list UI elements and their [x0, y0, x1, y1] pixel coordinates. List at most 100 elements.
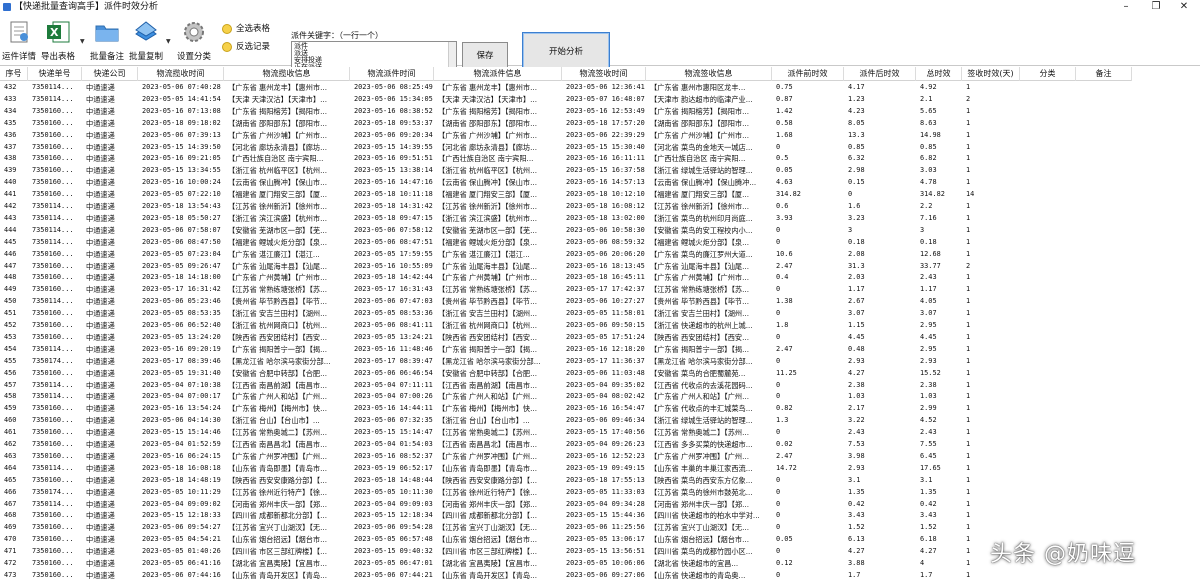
- table-row[interactable]: 466 7350174... 中通速递 2023-05-05 10:11:29 【江苏省…: [0, 487, 1132, 499]
- table-row[interactable]: 458 7350114... 中通速递 2023-05-04 07:00:17 【广东省…: [0, 391, 1132, 403]
- table-row[interactable]: 444 7350114... 中通速递 2023-05-06 07:58:07 【安徽省…: [0, 225, 1132, 237]
- column-header[interactable]: 快递公司: [82, 67, 138, 81]
- table-row[interactable]: 453 7350160... 中通速递 2023-05-05 13:24:20 【陕西省…: [0, 332, 1132, 344]
- table-cell: 1.3: [776, 416, 789, 425]
- table-row[interactable]: 465 7350160... 中通速递 2023-05-18 14:48:19 【陕西省…: [0, 475, 1132, 487]
- table-cell: [1076, 189, 1132, 201]
- batch-copy-button[interactable]: 批量复制: [127, 16, 165, 62]
- column-header[interactable]: 序号: [0, 67, 28, 81]
- table-row[interactable]: 442 7350114... 中通速递 2023-05-18 13:54:43 【江苏省…: [0, 201, 1132, 213]
- table-row[interactable]: 473 7350160... 中通速递 2023-05-06 07:44:16 【山东省…: [0, 570, 1132, 582]
- table-cell: 7350114...: [32, 94, 74, 103]
- table-row[interactable]: 462 7350160... 中通速递 2023-05-04 01:52:59 【江西省…: [0, 439, 1132, 451]
- set-category-button[interactable]: 设置分类: [174, 16, 214, 62]
- table-cell: [1020, 106, 1076, 118]
- table-cell: 1: [966, 118, 971, 127]
- table-row[interactable]: 441 7350160... 中通速递 2023-05-05 07:22:10 【福建省…: [0, 189, 1132, 201]
- table-row[interactable]: 455 7350174... 中通速递 2023-05-17 08:39:46 【黑龙江…: [0, 356, 1132, 368]
- export-dropdown-arrow[interactable]: ▼: [80, 38, 85, 45]
- table-row[interactable]: 432 7350114... 中通速递 2023-05-06 07:40:28 【广东省…: [0, 82, 1132, 94]
- table-row[interactable]: 439 7350160... 中通速递 2023-05-15 13:34:55 【浙江省…: [0, 165, 1132, 177]
- column-header[interactable]: 物流签收时间: [562, 67, 646, 81]
- batch-remark-button[interactable]: 批量备注: [88, 16, 126, 62]
- minimize-button[interactable]: –: [1112, 0, 1140, 14]
- column-header[interactable]: 物流派件时间: [350, 67, 434, 81]
- table-row[interactable]: 464 7350114... 中通速递 2023-05-18 16:08:18 【山东省…: [0, 463, 1132, 475]
- export-table-button[interactable]: X 导出表格: [38, 16, 78, 62]
- table-row[interactable]: 447 7350160... 中通速递 2023-05-05 09:26:47 【广东省…: [0, 261, 1132, 273]
- table-row[interactable]: 471 7350160... 中通速递 2023-05-05 01:40:26 【四川省…: [0, 546, 1132, 558]
- table-row[interactable]: 457 7350114... 中通速递 2023-05-04 07:10:38 【江西省…: [0, 380, 1132, 392]
- table-cell: 3: [920, 225, 925, 234]
- column-header[interactable]: 签收时效(天): [962, 67, 1020, 81]
- table-cell: 468: [4, 511, 17, 520]
- table-row[interactable]: 438 7350160... 中通速递 2023-05-16 09:21:05 【广西壮…: [0, 153, 1132, 165]
- table-row[interactable]: 451 7350160... 中通速递 2023-05-05 08:53:35 【浙江省…: [0, 308, 1132, 320]
- table-row[interactable]: 470 7350160... 中通速递 2023-05-05 04:54:21 【山东省…: [0, 534, 1132, 546]
- column-header[interactable]: 备注: [1076, 67, 1132, 81]
- table-cell: 3.43: [920, 511, 937, 520]
- keyword-scrollbar[interactable]: [448, 42, 456, 70]
- table-cell: 7350160...: [32, 451, 74, 460]
- table-row[interactable]: 433 7350114... 中通速递 2023-05-05 14:41:54 【天津 …: [0, 94, 1132, 106]
- table-cell: [1076, 487, 1132, 499]
- table-row[interactable]: 440 7350160... 中通速递 2023-05-16 10:00:24 【云南省…: [0, 177, 1132, 189]
- table-cell: 中通速递: [86, 106, 115, 116]
- table-row[interactable]: 468 7350160... 中通速递 2023-05-15 12:18:33 【四川省…: [0, 510, 1132, 522]
- table-row[interactable]: 435 7350160... 中通速递 2023-05-18 09:18:02 【湖南省…: [0, 118, 1132, 130]
- invert-select-button[interactable]: 反选记录: [222, 41, 270, 54]
- table-cell: 2023-05-06 20:06:20: [566, 249, 645, 258]
- table-cell: 1: [966, 368, 971, 377]
- table-row[interactable]: 446 7350160... 中通速递 2023-05-05 07:23:04 【广东省…: [0, 249, 1132, 261]
- table-cell: 2023-05-18 10:11:18: [354, 190, 433, 199]
- table-cell: 2023-05-15 16:37:58: [566, 166, 645, 175]
- table-cell: 0.85: [848, 142, 865, 151]
- table-row[interactable]: 460 7350160... 中通速递 2023-05-06 04:14:30 【浙江省…: [0, 415, 1132, 427]
- table-row[interactable]: 461 7350160... 中通速递 2023-05-15 15:14:46 【江苏省…: [0, 427, 1132, 439]
- table-row[interactable]: 463 7350160... 中通速递 2023-05-16 06:24:15 【广东省…: [0, 451, 1132, 463]
- table-row[interactable]: 472 7350160... 中通速递 2023-05-05 06:41:16 【湖北省…: [0, 558, 1132, 570]
- table-cell: 中通速递: [86, 463, 115, 473]
- table-row[interactable]: 469 7350160... 中通速递 2023-05-06 09:54:27 【江苏省…: [0, 522, 1132, 534]
- table-cell: [1076, 106, 1132, 118]
- table-row[interactable]: 456 7350160... 中通速递 2023-05-05 19:31:40 【安徽省…: [0, 368, 1132, 380]
- table-cell: 1: [966, 273, 971, 282]
- table-row[interactable]: 449 7350160... 中通速递 2023-05-17 16:31:42 【江苏省…: [0, 284, 1132, 296]
- table-cell: 457: [4, 380, 17, 389]
- table-row[interactable]: 437 7350160... 中通速递 2023-05-15 14:39:50 【河北省…: [0, 142, 1132, 154]
- column-header[interactable]: 派件后时效: [844, 67, 916, 81]
- table-row[interactable]: 459 7350160... 中通速递 2023-05-16 13:54:24 【广东省…: [0, 403, 1132, 415]
- table-cell: 2023-05-18 09:53:37: [354, 118, 433, 127]
- close-button[interactable]: ✕: [1170, 0, 1198, 14]
- column-header[interactable]: 快递单号: [28, 67, 82, 81]
- table-cell: 【浙江省 绿城生活驿站的智理...: [650, 166, 753, 176]
- table-cell: 2023-05-06 09:50:15: [566, 321, 645, 329]
- column-header[interactable]: 物流揽收时间: [138, 67, 224, 81]
- table-row[interactable]: 450 7350114... 中通速递 2023-05-06 05:23:46 【贵州省…: [0, 296, 1132, 308]
- column-header[interactable]: 物流签收信息: [646, 67, 772, 81]
- column-header[interactable]: 总时效: [916, 67, 962, 81]
- table-cell: 0.85: [920, 142, 937, 151]
- table-row[interactable]: 452 7350160... 中通速递 2023-05-06 06:52:40 【浙江省…: [0, 320, 1132, 332]
- table-cell: 2023-05-06 10:58:30: [566, 225, 645, 234]
- start-analysis-button[interactable]: 开始分析: [522, 32, 610, 72]
- table-row[interactable]: 454 7350114... 中通速递 2023-05-16 09:20:19 【广东省…: [0, 344, 1132, 356]
- save-button[interactable]: 保存: [462, 42, 508, 70]
- table-row[interactable]: 467 7350114... 中通速递 2023-05-04 09:09:02 【河南省…: [0, 499, 1132, 511]
- express-detail-button[interactable]: 运件详情: [2, 16, 36, 62]
- select-all-button[interactable]: 全选表格: [222, 23, 270, 36]
- column-header[interactable]: 派件前时效: [772, 67, 844, 81]
- table-row[interactable]: 443 7350114... 中通速递 2023-05-18 05:50:27 【浙江省…: [0, 213, 1132, 225]
- copy-dropdown-arrow[interactable]: ▼: [166, 38, 171, 45]
- maximize-button[interactable]: ❐: [1142, 0, 1170, 14]
- table-cell: 【广东省 汕尾海丰县】【汕尾...: [650, 261, 749, 271]
- column-header[interactable]: 物流派件信息: [434, 67, 562, 81]
- table-cell: 2023-05-18 09:18:02: [142, 118, 221, 127]
- table-row[interactable]: 445 7350114... 中通速递 2023-05-06 08:47:50 【福建省…: [0, 237, 1132, 249]
- table-row[interactable]: 436 7350160... 中通速递 2023-05-06 07:39:13 【广东省…: [0, 130, 1132, 142]
- window-title: 【快递批量查询高手】派件时效分析: [14, 2, 159, 12]
- table-row[interactable]: 434 7350160... 中通速递 2023-05-16 07:13:08 【广东省…: [0, 106, 1132, 118]
- table-row[interactable]: 448 7350160... 中通速递 2023-05-18 14:18:00 【广东省…: [0, 272, 1132, 284]
- column-header[interactable]: 分类: [1020, 67, 1076, 81]
- column-header[interactable]: 物流揽收信息: [224, 67, 350, 81]
